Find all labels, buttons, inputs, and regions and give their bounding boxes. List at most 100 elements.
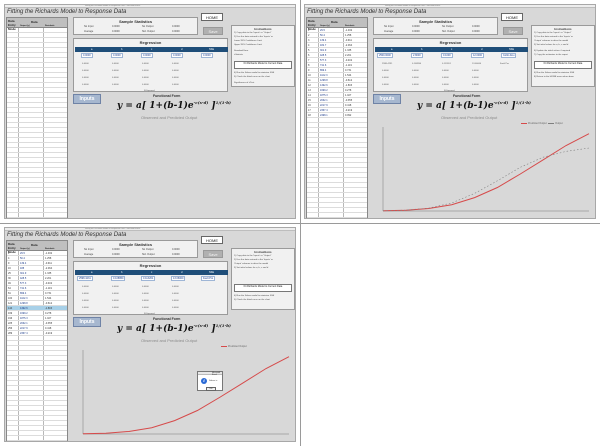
table-cell[interactable]: 6	[308, 54, 309, 57]
table-cell[interactable]: -0.219	[45, 332, 52, 335]
table-cell[interactable]: 256	[8, 327, 12, 330]
table-cell[interactable]: -0.219	[345, 109, 352, 112]
fit-model-button[interactable]: Fit Richards Model to Current Data	[534, 61, 592, 69]
table-cell[interactable]: 1.027	[345, 94, 351, 97]
table-cell[interactable]: 64	[8, 287, 11, 290]
table-cell[interactable]: 1.027	[45, 317, 51, 320]
home-button[interactable]: HOME	[201, 13, 223, 21]
table-cell[interactable]: 36	[8, 277, 11, 280]
table-cell[interactable]: 1	[8, 252, 9, 255]
table-cell[interactable]: 2217.9	[320, 104, 328, 107]
table-cell[interactable]: 25	[8, 272, 11, 275]
table-cell[interactable]: -0.612	[45, 302, 52, 305]
table-cell[interactable]: 428.5	[20, 277, 26, 280]
table-cell[interactable]: 2498.1	[320, 114, 328, 117]
table-cell[interactable]: 8	[308, 64, 309, 67]
table-cell[interactable]: 196	[8, 317, 12, 320]
table-cell[interactable]: 182.7	[320, 44, 326, 47]
table-cell[interactable]: 0.092	[345, 114, 351, 117]
data-sheet[interactable]: Data Entry Mode Data Output (y) Residual…	[6, 17, 68, 218]
table-cell[interactable]: 741.6	[20, 287, 26, 290]
table-cell[interactable]: 15	[308, 99, 311, 102]
home-button[interactable]: HOME	[201, 236, 223, 244]
table-row[interactable]	[307, 213, 367, 218]
table-cell[interactable]: 50.4	[320, 34, 325, 37]
table-cell[interactable]: 4	[308, 44, 309, 47]
table-cell[interactable]: 49	[8, 282, 11, 285]
table-cell[interactable]: 577.3	[20, 282, 26, 285]
table-cell[interactable]: 5	[308, 49, 309, 52]
table-cell[interactable]: 17	[308, 109, 311, 112]
table-cell[interactable]: -0.612	[345, 79, 352, 82]
table-cell[interactable]: 11	[308, 79, 311, 82]
table-cell[interactable]: 1.335	[45, 272, 51, 275]
save-button[interactable]: Save	[203, 250, 223, 258]
table-cell[interactable]: 12	[308, 84, 311, 87]
inputs-button[interactable]: Inputs	[73, 317, 101, 327]
table-cell[interactable]: -0.355	[345, 99, 352, 102]
home-button[interactable]: HOME	[501, 13, 523, 21]
table-cell[interactable]: -1.032	[345, 29, 352, 32]
inputs-button[interactable]: Inputs	[73, 94, 101, 104]
table-cell[interactable]: 1102.3	[20, 297, 27, 300]
table-cell[interactable]: 0.418	[45, 327, 51, 330]
table-cell[interactable]: -0.355	[45, 322, 52, 325]
table-cell[interactable]: 1.258	[45, 257, 51, 260]
data-sheet[interactable]: Data Entry Mode Data Output (y) Residual…	[306, 17, 368, 218]
table-cell[interactable]: 0.418	[345, 104, 351, 107]
table-cell[interactable]: 144	[8, 307, 12, 310]
table-cell[interactable]: -2.064	[345, 44, 352, 47]
table-cell[interactable]: 225	[8, 322, 12, 325]
table-cell[interactable]: 1.258	[345, 34, 351, 37]
table-cell[interactable]: 1875.3	[320, 94, 328, 97]
table-cell[interactable]: 2	[308, 34, 309, 37]
table-cell[interactable]: 301.9	[320, 49, 326, 52]
table-cell[interactable]: 4	[8, 257, 9, 260]
inputs-button[interactable]: Inputs	[373, 94, 401, 104]
table-cell[interactable]: -1.119	[45, 287, 52, 290]
table-cell[interactable]: 139.4	[20, 262, 26, 265]
table-cell[interactable]: 1492.6	[20, 307, 28, 310]
table-cell[interactable]: 899.4	[320, 69, 326, 72]
table-cell[interactable]: 1	[308, 29, 309, 32]
table-cell[interactable]: 1298.8	[20, 302, 28, 305]
table-cell[interactable]: -1.032	[45, 252, 52, 255]
fit-model-button[interactable]: Fit Richards Model to Current Data	[234, 284, 292, 292]
table-cell[interactable]: 13	[308, 89, 311, 92]
table-cell[interactable]: 10	[308, 74, 311, 77]
table-cell[interactable]: -2.064	[45, 267, 52, 270]
table-cell[interactable]: 7	[308, 59, 309, 62]
table-cell[interactable]: 2.201	[345, 54, 351, 57]
table-cell[interactable]: 1.544	[45, 297, 51, 300]
table-cell[interactable]: 2.201	[45, 277, 51, 280]
table-cell[interactable]: 301.9	[20, 272, 26, 275]
table-cell[interactable]: -0.911	[345, 39, 352, 42]
table-cell[interactable]: 1102.3	[320, 74, 327, 77]
table-cell[interactable]: 169	[8, 312, 12, 315]
table-cell[interactable]: 2062.1	[20, 322, 28, 325]
table-cell[interactable]: 29.5	[20, 252, 25, 255]
table-row[interactable]	[7, 213, 67, 218]
table-cell[interactable]: 1875.3	[20, 317, 28, 320]
table-cell[interactable]: 0.278	[45, 312, 51, 315]
table-cell[interactable]: 29.5	[320, 29, 325, 32]
table-cell[interactable]: 1.335	[345, 49, 351, 52]
table-cell[interactable]: 0.278	[345, 89, 351, 92]
table-cell[interactable]: 1492.6	[320, 84, 328, 87]
table-cell[interactable]: 289	[8, 332, 12, 335]
table-cell[interactable]: 121	[8, 302, 12, 305]
table-cell[interactable]: 3	[308, 39, 309, 42]
table-cell[interactable]: 0.731	[45, 292, 51, 295]
table-cell[interactable]: 16	[308, 104, 311, 107]
table-cell[interactable]: 2367.4	[20, 332, 28, 335]
table-cell[interactable]: 9	[8, 262, 9, 265]
table-cell[interactable]: 50.4	[20, 257, 25, 260]
table-cell[interactable]: 188	[20, 267, 24, 270]
table-cell[interactable]: 1699.2	[20, 312, 28, 315]
table-cell[interactable]: 16	[8, 267, 11, 270]
table-cell[interactable]: -1.119	[345, 64, 352, 67]
table-cell[interactable]: 14	[308, 94, 311, 97]
table-cell[interactable]: 1.544	[345, 74, 351, 77]
table-cell[interactable]: 1298.8	[320, 79, 328, 82]
table-cell[interactable]: -1.803	[345, 84, 352, 87]
